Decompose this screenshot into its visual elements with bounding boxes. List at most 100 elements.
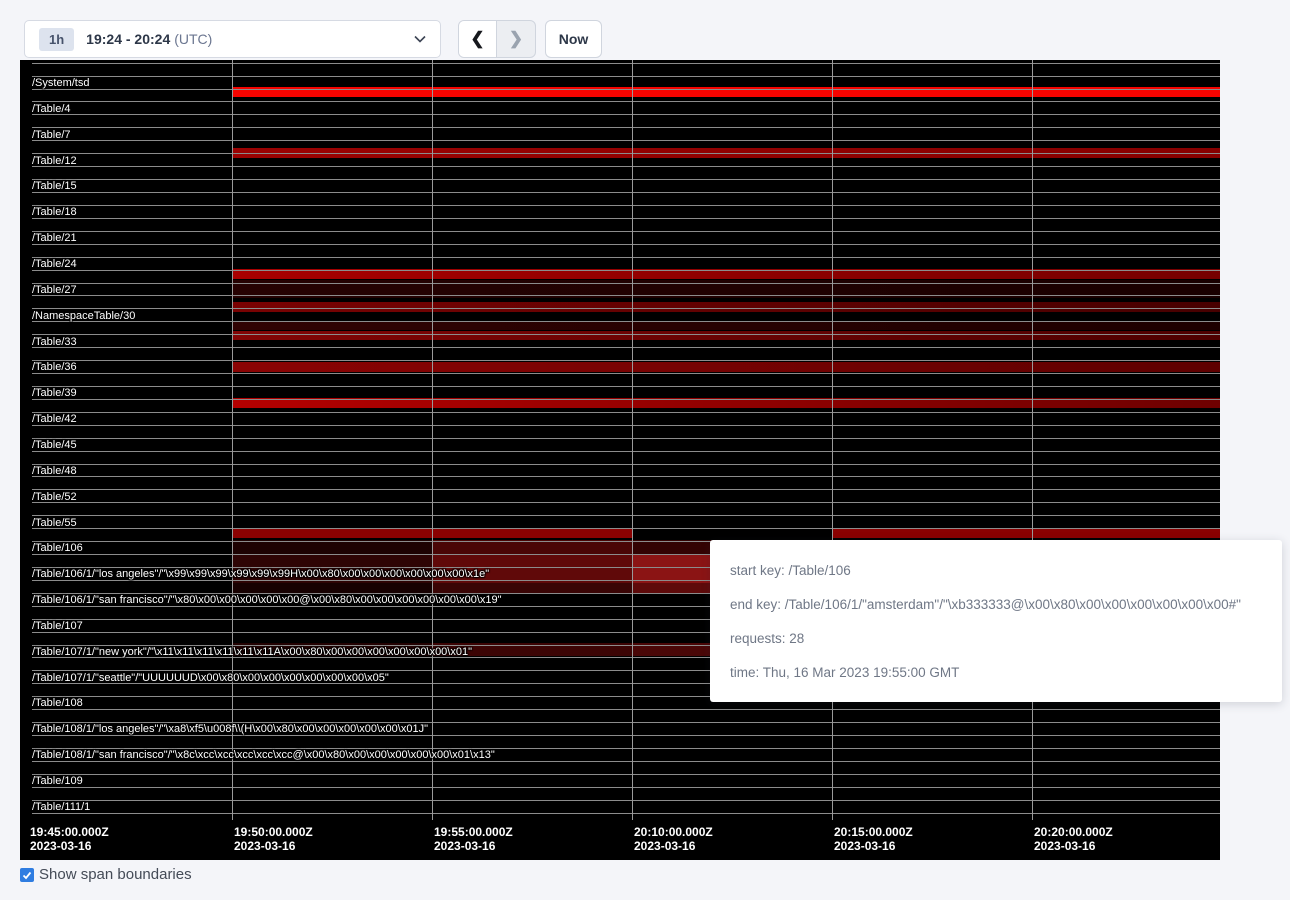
time-boundary-line <box>232 60 233 828</box>
span-boundary-line <box>32 89 1220 90</box>
row-key-label: /Table/42 <box>32 413 77 426</box>
span-boundary-line <box>32 270 1220 271</box>
span-boundary-line <box>32 515 1220 516</box>
row-key-label: /Table/33 <box>32 336 77 349</box>
span-boundary-line <box>32 321 1220 322</box>
span-boundary-line <box>32 140 1220 141</box>
cell-tooltip: start key: /Table/106 end key: /Table/10… <box>710 540 1282 702</box>
span-boundary-line <box>32 63 1220 64</box>
span-boundary-line <box>32 425 1220 426</box>
row-key-label: /Table/39 <box>32 387 77 400</box>
time-axis-label: 20:15:00.000Z2023-03-16 <box>834 825 913 853</box>
row-key-label: /Table/106/1/"los angeles"/"\x99\x99\x99… <box>32 568 489 581</box>
footer-controls: Show span boundaries <box>20 866 192 883</box>
span-boundary-line <box>32 114 1220 115</box>
heatmap-hot-band <box>232 362 1220 372</box>
key-visualizer-page: 1h 19:24 - 20:24(UTC) ❮ ❯ Now /System/ts… <box>0 0 1290 900</box>
span-boundary-line <box>32 231 1220 232</box>
show-span-boundaries-checkbox[interactable] <box>20 868 34 882</box>
time-boundary-line <box>832 60 833 828</box>
row-key-label: /System/tsd <box>32 77 89 90</box>
span-boundary-line <box>32 399 1220 400</box>
span-boundary-line <box>32 476 1220 477</box>
span-boundary-line <box>32 709 1220 710</box>
time-range-selector[interactable]: 1h 19:24 - 20:24(UTC) <box>24 20 441 58</box>
span-boundary-line <box>32 774 1220 775</box>
row-key-label: /Table/108 <box>32 697 83 710</box>
row-key-label: /NamespaceTable/30 <box>32 310 135 323</box>
span-boundary-line <box>32 787 1220 788</box>
span-boundary-line <box>32 800 1220 801</box>
time-axis-label: 20:20:00.000Z2023-03-16 <box>1034 825 1113 853</box>
span-boundary-line <box>32 502 1220 503</box>
heatmap-hot-band <box>632 554 712 583</box>
span-boundary-line <box>32 244 1220 245</box>
tooltip-requests: requests: 28 <box>730 622 1262 656</box>
row-key-label: /Table/107/1/"new york"/"\x11\x11\x11\x1… <box>32 646 472 659</box>
row-key-label: /Table/107/1/"seattle"/"UUUUUUD\x00\x80\… <box>32 672 389 685</box>
next-time-button[interactable]: ❯ <box>497 21 535 57</box>
row-key-label: /Table/24 <box>32 258 77 271</box>
tooltip-end-key: end key: /Table/106/1/"amsterdam"/"\xb33… <box>730 588 1262 622</box>
now-button[interactable]: Now <box>545 20 602 58</box>
time-axis-label: 19:50:00.000Z2023-03-16 <box>234 825 313 853</box>
row-key-label: /Table/21 <box>32 232 77 245</box>
row-key-label: /Table/52 <box>32 491 77 504</box>
row-key-label: /Table/12 <box>32 155 77 168</box>
heatmap-hot-band <box>232 321 1220 330</box>
heatmap-chart[interactable]: /System/tsd/Table/4/Table/7/Table/12/Tab… <box>20 60 1220 860</box>
row-key-label: /Table/27 <box>32 284 77 297</box>
time-boundary-line <box>432 60 433 828</box>
time-nav-group: ❮ ❯ <box>458 20 536 58</box>
show-span-boundaries-label: Show span boundaries <box>39 866 192 883</box>
span-boundary-line <box>32 166 1220 167</box>
span-boundary-line <box>32 489 1220 490</box>
tooltip-time: time: Thu, 16 Mar 2023 19:55:00 GMT <box>730 656 1262 690</box>
tooltip-start-key: start key: /Table/106 <box>730 554 1262 588</box>
span-boundary-line <box>32 218 1220 219</box>
checkmark-icon <box>22 870 32 880</box>
span-boundary-line <box>32 283 1220 284</box>
heatmap-axis: 19:45:00.000Z2023-03-16 19:50:00.000Z2023… <box>20 820 1220 860</box>
row-key-label: /Table/109 <box>32 775 83 788</box>
span-boundary-line <box>32 412 1220 413</box>
row-key-label: /Table/36 <box>32 361 77 374</box>
span-boundary-line <box>32 386 1220 387</box>
row-key-label: /Table/18 <box>32 206 77 219</box>
span-boundary-line <box>32 179 1220 180</box>
time-boundary-line <box>632 60 633 828</box>
span-boundary-line <box>32 127 1220 128</box>
row-key-label: /Table/111/1 <box>32 801 90 814</box>
span-boundary-line <box>32 528 1220 529</box>
heatmap-hot-band <box>832 528 1220 538</box>
row-key-label: /Table/106 <box>32 542 83 555</box>
chevron-down-icon <box>414 35 426 43</box>
span-boundary-line <box>32 334 1220 335</box>
span-boundary-line <box>32 347 1220 348</box>
heatmap-hot-band <box>232 302 1220 312</box>
span-boundary-line <box>32 76 1220 77</box>
span-boundary-line <box>32 192 1220 193</box>
heatmap-hot-band <box>632 583 712 593</box>
heatmap-hot-band <box>232 583 432 593</box>
row-key-label: /Table/45 <box>32 439 77 452</box>
time-range-label: 19:24 - 20:24(UTC) <box>86 31 212 47</box>
span-boundary-line <box>32 360 1220 361</box>
time-boundary-line <box>1032 60 1033 828</box>
span-boundary-line <box>32 295 1220 296</box>
time-axis-label: 19:45:00.000Z2023-03-16 <box>30 825 109 853</box>
row-key-label: /Table/55 <box>32 517 77 530</box>
prev-time-button[interactable]: ❮ <box>459 21 497 57</box>
row-key-label: /Table/4 <box>32 103 71 116</box>
span-boundary-line <box>32 308 1220 309</box>
time-axis-label: 19:55:00.000Z2023-03-16 <box>434 825 513 853</box>
time-axis-label: 20:10:00.000Z2023-03-16 <box>634 825 713 853</box>
heatmap-hot-band <box>432 583 632 593</box>
span-boundary-line <box>32 373 1220 374</box>
duration-badge: 1h <box>39 28 74 51</box>
row-key-label: /Table/108/1/"los angeles"/"\xa8\xf5\u00… <box>32 723 428 736</box>
span-boundary-line <box>32 464 1220 465</box>
span-boundary-line <box>32 451 1220 452</box>
timezone-label: (UTC) <box>174 31 212 47</box>
span-boundary-line <box>32 813 1220 814</box>
